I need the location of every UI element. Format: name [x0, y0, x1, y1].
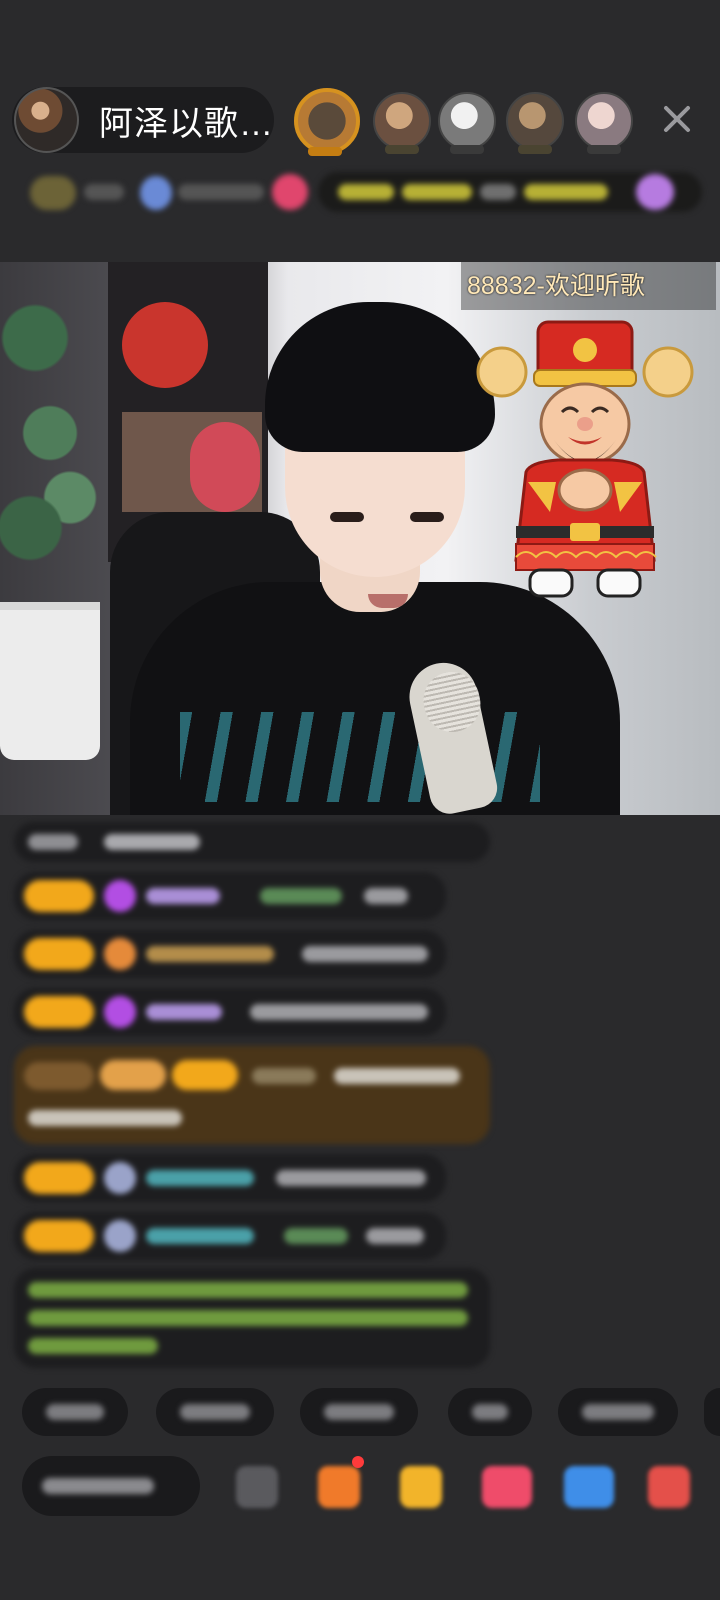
emoji-icon[interactable]	[236, 1466, 278, 1508]
host-avatar[interactable]	[14, 87, 79, 153]
quick-reply-3[interactable]	[300, 1388, 418, 1436]
quick-reply-1[interactable]	[22, 1388, 128, 1436]
close-icon	[664, 106, 690, 132]
chat-message	[14, 822, 490, 862]
shelf-toy	[122, 302, 208, 388]
chat-message	[14, 872, 446, 920]
top-viewer-avatar-4[interactable]	[506, 92, 564, 154]
chat-input[interactable]	[22, 1456, 200, 1516]
streamer-hair	[265, 302, 495, 452]
gift-icon[interactable]	[648, 1466, 690, 1508]
quick-reply-6[interactable]	[704, 1388, 720, 1436]
game-controller-icon[interactable]	[564, 1466, 614, 1508]
quick-reply-5[interactable]	[558, 1388, 678, 1436]
plant-pot	[0, 602, 100, 760]
treasure-chest-icon[interactable]	[400, 1466, 442, 1508]
room-info-row[interactable]	[22, 170, 702, 216]
fortune-god-sticker	[476, 320, 694, 598]
notification-dot	[352, 1456, 364, 1468]
top-viewer-avatar-1[interactable]	[294, 88, 360, 156]
chat-message	[14, 1154, 446, 1202]
red-envelope-icon[interactable]	[482, 1466, 532, 1508]
top-viewer-avatar-2[interactable]	[373, 92, 431, 154]
shelf-plush	[190, 422, 260, 512]
quick-reply-4[interactable]	[448, 1388, 532, 1436]
chat-message-highlight	[14, 1046, 490, 1144]
background-plant	[0, 262, 100, 642]
close-button[interactable]	[655, 97, 699, 141]
gift-box-icon[interactable]	[318, 1466, 360, 1508]
chat-message	[14, 988, 446, 1036]
host-profile-pill[interactable]: 阿泽以歌…	[12, 87, 274, 153]
host-name: 阿泽以歌…	[99, 104, 274, 143]
room-caption: 88832-欢迎听歌	[461, 262, 716, 310]
quick-reply-2[interactable]	[156, 1388, 274, 1436]
top-viewer-avatar-3[interactable]	[438, 92, 496, 154]
top-viewer-avatar-5[interactable]	[575, 92, 633, 154]
chat-message	[14, 930, 446, 978]
live-video-stream[interactable]: 88832-欢迎听歌	[0, 262, 720, 815]
system-notice	[14, 1268, 490, 1368]
chat-message	[14, 1212, 446, 1260]
